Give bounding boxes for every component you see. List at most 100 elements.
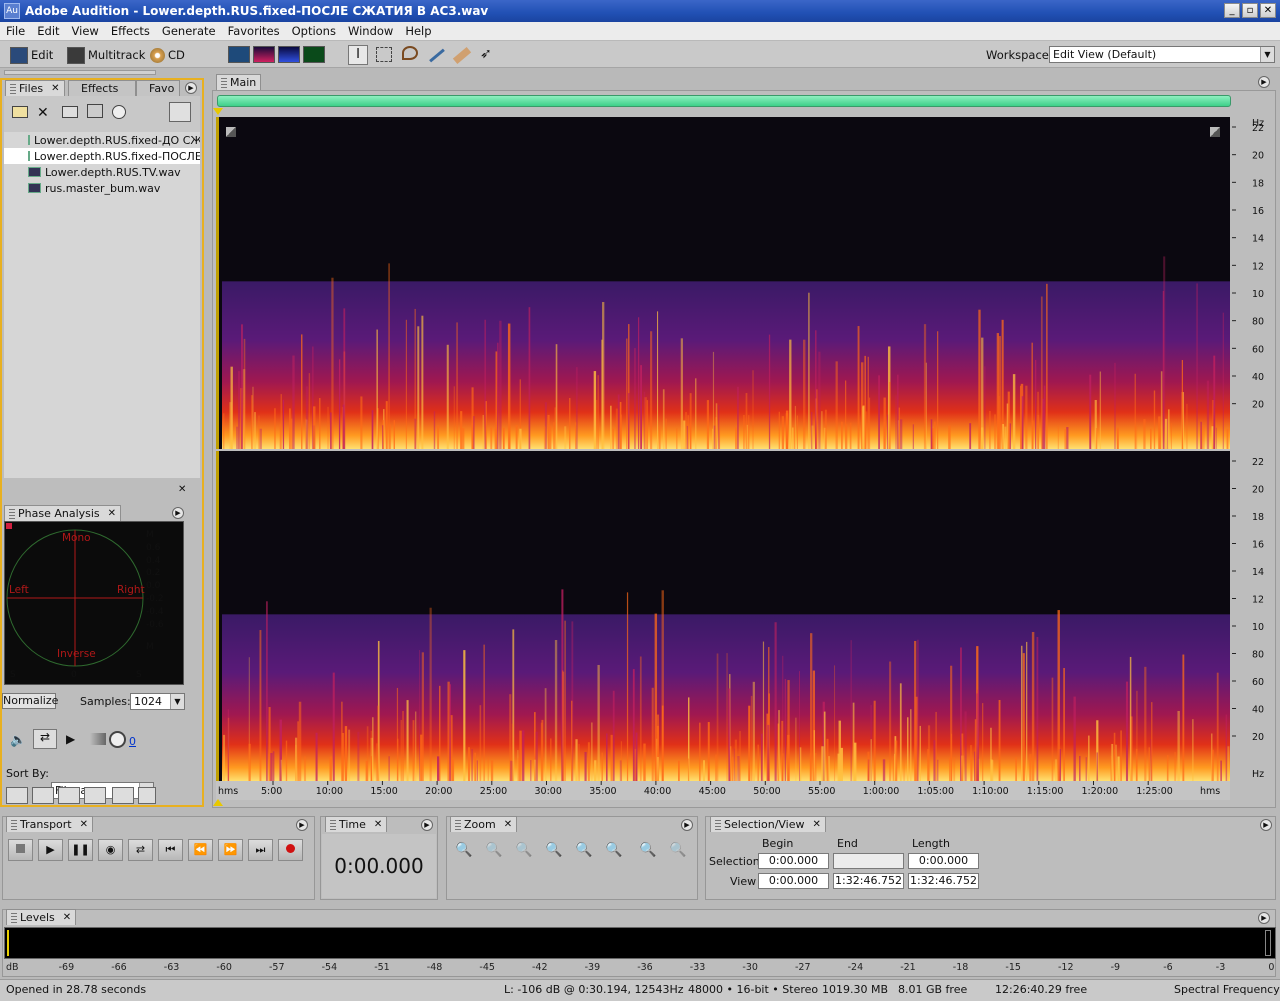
- view-begin-field[interactable]: 0:00.000: [758, 873, 829, 889]
- healing-tool-icon[interactable]: [452, 47, 472, 64]
- go-to-end-button[interactable]: ⏭: [248, 839, 273, 861]
- view-options-icon[interactable]: [138, 787, 156, 804]
- tab-effects[interactable]: Effects: [68, 80, 136, 96]
- go-to-start-button[interactable]: ⏮: [158, 839, 183, 861]
- tab-selection-view[interactable]: Selection/View ✕: [710, 816, 826, 832]
- zoom-right-edge-icon[interactable]: 🔍: [605, 842, 622, 858]
- tab-transport[interactable]: Transport ✕: [6, 816, 94, 832]
- view-length-field[interactable]: 1:32:46.752: [908, 873, 979, 889]
- menu-edit[interactable]: Edit: [31, 24, 65, 38]
- zoom-selection-icon[interactable]: 🔍: [545, 842, 562, 858]
- corner-handle-icon[interactable]: [1210, 127, 1220, 137]
- restore-button[interactable]: ▫: [1242, 3, 1258, 18]
- tab-levels[interactable]: Levels ✕: [6, 909, 77, 925]
- corner-handle-icon[interactable]: [226, 127, 236, 137]
- marquee-tool-icon[interactable]: [376, 47, 392, 62]
- list-item[interactable]: rus.master_bum.wav: [4, 180, 200, 196]
- zoom-navigator-bar[interactable]: [217, 95, 1231, 107]
- samples-dropdown[interactable]: 1024 ▼: [130, 693, 185, 710]
- close-icon[interactable]: ✕: [51, 83, 59, 94]
- volume-value[interactable]: 0: [129, 735, 136, 748]
- view-end-field[interactable]: 1:32:46.752: [833, 873, 904, 889]
- filter-icon[interactable]: [112, 787, 134, 804]
- brush-tool-icon[interactable]: [429, 48, 445, 63]
- play-preview-icon[interactable]: ▶: [66, 732, 75, 746]
- spectral-frequency-icon[interactable]: [253, 46, 275, 63]
- close-icon[interactable]: ✕: [108, 508, 116, 519]
- zoom-out-full-icon[interactable]: 🔍: [515, 842, 532, 858]
- tab-main[interactable]: Main: [216, 74, 262, 90]
- selection-begin-field[interactable]: 0:00.000: [758, 853, 829, 869]
- zoom-left-edge-icon[interactable]: 🔍: [575, 842, 592, 858]
- menu-file[interactable]: File: [0, 24, 31, 38]
- zoom-out-vertical-icon[interactable]: 🔍: [669, 842, 686, 858]
- zoom-in-horizontal-icon[interactable]: 🔍: [455, 842, 472, 858]
- close-icon[interactable]: ✕: [80, 819, 88, 830]
- panel-menu-icon[interactable]: ▶: [1258, 76, 1270, 88]
- menu-generate[interactable]: Generate: [156, 24, 222, 38]
- close-file-icon[interactable]: ✕: [37, 105, 49, 121]
- spectral-phase-icon[interactable]: [303, 46, 325, 63]
- playhead-marker-icon[interactable]: [213, 108, 223, 115]
- multitrack-view-button[interactable]: Multitrack: [67, 45, 145, 65]
- edit-view-button[interactable]: Edit: [10, 45, 53, 65]
- panel-menu-icon[interactable]: ▶: [681, 819, 693, 831]
- video-icon[interactable]: [58, 787, 80, 804]
- record-button[interactable]: [278, 839, 303, 861]
- lasso-tool-icon[interactable]: [402, 46, 418, 60]
- play-to-end-button[interactable]: ◉: [98, 839, 123, 861]
- panel-menu-icon[interactable]: ▶: [296, 819, 308, 831]
- panel-menu-icon[interactable]: ▶: [172, 507, 184, 519]
- menu-favorites[interactable]: Favorites: [222, 24, 286, 38]
- normalize-button[interactable]: Normalize: [2, 693, 58, 709]
- close-button[interactable]: ✕: [1260, 3, 1276, 18]
- playhead-marker-icon[interactable]: [213, 799, 223, 806]
- menu-effects[interactable]: Effects: [105, 24, 156, 38]
- zoom-in-vertical-icon[interactable]: 🔍: [639, 842, 656, 858]
- auto-play-icon[interactable]: [112, 105, 126, 119]
- close-icon[interactable]: ✕: [63, 912, 71, 923]
- insert-multitrack-icon[interactable]: [62, 106, 78, 118]
- close-icon[interactable]: ✕: [374, 819, 382, 830]
- menu-options[interactable]: Options: [286, 24, 342, 38]
- tab-favorites[interactable]: Favo: [136, 80, 180, 96]
- midi-icon[interactable]: [84, 787, 106, 804]
- zoom-out-horizontal-icon[interactable]: 🔍: [485, 842, 502, 858]
- volume-knob-icon[interactable]: [109, 731, 126, 748]
- panel-menu-icon[interactable]: ▶: [1260, 819, 1272, 831]
- loop-icon[interactable]: [32, 787, 54, 804]
- minimize-button[interactable]: _: [1224, 3, 1240, 18]
- tab-time[interactable]: Time ✕: [325, 816, 388, 832]
- loop-play-icon[interactable]: ⇄: [33, 729, 57, 749]
- spectral-display[interactable]: 22000 20000 18000 16000 14000 12000 10000 8000 6…: [216, 117, 1264, 800]
- fast-forward-button[interactable]: ⏩: [218, 839, 243, 861]
- panel-menu-icon[interactable]: ▶: [421, 819, 433, 831]
- list-item[interactable]: Lower.depth.RUS.TV.wav: [4, 164, 200, 180]
- open-file-icon[interactable]: [12, 106, 28, 118]
- spectral-pan-icon[interactable]: [278, 46, 300, 63]
- file-type-icon[interactable]: [6, 787, 28, 804]
- pause-button[interactable]: ❚❚: [68, 839, 93, 861]
- loop-button[interactable]: ⇄: [128, 839, 153, 861]
- speaker-icon[interactable]: 🔈: [10, 733, 26, 748]
- panel-menu-icon[interactable]: ▶: [185, 82, 197, 94]
- selection-length-field[interactable]: 0:00.000: [908, 853, 979, 869]
- menu-window[interactable]: Window: [342, 24, 399, 38]
- scrub-tool-icon[interactable]: ➶: [480, 46, 492, 62]
- workspace-dropdown[interactable]: Edit View (Default) ▼: [1049, 46, 1275, 63]
- cd-view-button[interactable]: CD: [150, 45, 185, 65]
- show-options-icon[interactable]: [169, 102, 191, 122]
- menu-help[interactable]: Help: [399, 24, 437, 38]
- close-icon[interactable]: ✕: [813, 819, 821, 830]
- insert-cd-icon[interactable]: [87, 104, 103, 118]
- tab-zoom[interactable]: Zoom ✕: [450, 816, 518, 832]
- stop-button[interactable]: [8, 839, 33, 861]
- rewind-button[interactable]: ⏪: [188, 839, 213, 861]
- tab-files[interactable]: Files ✕: [5, 80, 65, 96]
- panel-menu-icon[interactable]: ▶: [1258, 912, 1270, 924]
- list-item-selected[interactable]: Lower.depth.RUS.fixed-ПОСЛЕ: [4, 148, 200, 164]
- list-item[interactable]: Lower.depth.RUS.fixed-ДО СЖА: [4, 132, 200, 148]
- close-icon[interactable]: ✕: [178, 484, 186, 495]
- spectrogram-canvas[interactable]: 22000 20000 18000 16000 14000 12000 10000 8000 6…: [216, 117, 1264, 800]
- selection-end-field[interactable]: [833, 853, 904, 869]
